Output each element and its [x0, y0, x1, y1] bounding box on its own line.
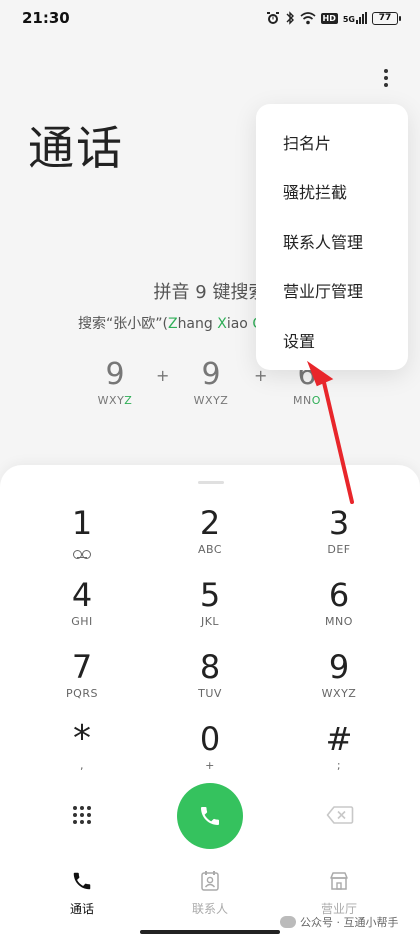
phone-icon	[201, 807, 219, 825]
key-8[interactable]: 8 TUV	[160, 647, 260, 709]
key-digit: 1	[71, 504, 93, 542]
key-1[interactable]: 1	[32, 503, 132, 565]
example-digit: 9	[105, 357, 125, 392]
key-digit: 4	[71, 576, 93, 614]
key-digit: 6	[328, 576, 350, 614]
example-plus: +	[156, 366, 170, 385]
key-digit: 7	[71, 648, 93, 686]
nav-label: 通话	[69, 902, 94, 916]
key-3[interactable]: 3 DEF	[289, 503, 389, 565]
key-letters: DEF	[327, 543, 351, 556]
key-letters: TUV	[198, 687, 222, 700]
nav-tab-contacts[interactable]: 联系人	[175, 870, 245, 917]
key-letters: WXYZ	[321, 687, 357, 700]
hint-green-1: Z	[167, 316, 178, 332]
watermark-text: 公众号 · 互通小帮手	[300, 916, 399, 929]
key-letters: GHI	[71, 615, 93, 628]
example-digit: 9	[201, 357, 221, 392]
menu-item-store-manage[interactable]: 营业厅管理	[283, 278, 363, 302]
contacts-icon	[201, 871, 219, 891]
key-digit: *	[73, 718, 91, 759]
nav-tab-calls[interactable]: 通话	[47, 870, 117, 917]
key-letters: +	[205, 759, 215, 772]
example-letters: WXYZ	[193, 394, 229, 407]
key-6[interactable]: 6 MNO	[289, 575, 389, 637]
nav-tab-store[interactable]: 营业厅	[304, 870, 374, 917]
call-button[interactable]	[177, 783, 243, 849]
battery-level: 77	[378, 13, 392, 23]
wechat-icon	[280, 916, 296, 928]
menu-item-contact-manage[interactable]: 联系人管理	[283, 229, 363, 253]
key-letters: PQRS	[66, 687, 98, 700]
nav-label: 联系人	[191, 902, 228, 916]
key-9[interactable]: 9 WXYZ	[289, 647, 389, 709]
hint-mid-2: iao	[226, 316, 253, 332]
status-icons: HD 5G 77	[266, 11, 401, 25]
key-letters: ABC	[197, 543, 223, 556]
hint-mid-1: hang	[177, 316, 218, 332]
hint-sub-prefix: 搜索“张小欧”(	[78, 316, 168, 332]
alarm-icon	[266, 12, 279, 24]
key-5[interactable]: 5 JKL	[160, 575, 260, 637]
bluetooth-icon	[286, 11, 294, 25]
overflow-menu: 扫名片 骚扰拦截 联系人管理 营业厅管理 设置	[256, 104, 408, 370]
key-letters: ,	[80, 759, 84, 772]
key-digit: 9	[328, 648, 350, 686]
phone-icon	[73, 872, 91, 890]
more-vertical-icon[interactable]	[372, 64, 400, 92]
key-4[interactable]: 4 GHI	[32, 575, 132, 637]
example-letters: WXYZ	[97, 394, 133, 407]
voicemail-icon	[73, 550, 91, 559]
key-letters: JKL	[200, 615, 220, 628]
home-indicator[interactable]	[140, 930, 280, 934]
backspace-icon[interactable]	[326, 805, 354, 825]
example-key-2: 9 WXYZ	[186, 356, 236, 407]
key-digit: #	[325, 720, 353, 758]
status-time: 21:30	[22, 9, 70, 27]
signal-icon: 5G	[343, 12, 367, 24]
hint-subtitle: 搜索“张小欧”(Zhang Xiao Ou)	[78, 313, 278, 333]
store-icon	[330, 872, 348, 890]
menu-item-settings[interactable]: 设置	[283, 328, 315, 352]
sheet-handle[interactable]	[198, 481, 224, 484]
menu-item-harassment-block[interactable]: 骚扰拦截	[283, 179, 347, 203]
key-digit: 8	[199, 648, 221, 686]
hd-icon: HD	[320, 12, 338, 24]
key-letters: MNO	[325, 615, 353, 628]
key-digit: 2	[199, 504, 221, 542]
key-7[interactable]: 7 PQRS	[32, 647, 132, 709]
key-letters: ;	[336, 759, 342, 772]
dialpad: 1 2 ABC 3 DEF 4 GHI 5 JKL 6 MNO 7 PQRS 8…	[0, 465, 420, 941]
watermark: 公众号 · 互通小帮手	[280, 914, 399, 930]
key-digit: 3	[328, 504, 350, 542]
dialpad-toggle-icon[interactable]	[70, 802, 94, 828]
key-2[interactable]: 2 ABC	[160, 503, 260, 565]
key-digit: 5	[199, 576, 221, 614]
example-key-1: 9 WXYZ	[90, 356, 140, 407]
key-star[interactable]: * ,	[32, 719, 132, 781]
menu-item-scan-card[interactable]: 扫名片	[283, 130, 331, 154]
key-0[interactable]: 0 +	[160, 719, 260, 781]
example-letters: MNO	[293, 394, 321, 407]
signal-label: 5G	[342, 15, 355, 24]
key-digit: 0	[199, 720, 221, 758]
battery-icon: 77	[372, 11, 401, 25]
status-bar: 21:30 HD 5G 77	[0, 0, 420, 36]
wifi-icon	[299, 11, 316, 24]
page-title: 通话	[28, 121, 124, 175]
key-hash[interactable]: # ;	[289, 719, 389, 781]
hint-green-2: X	[217, 316, 227, 332]
